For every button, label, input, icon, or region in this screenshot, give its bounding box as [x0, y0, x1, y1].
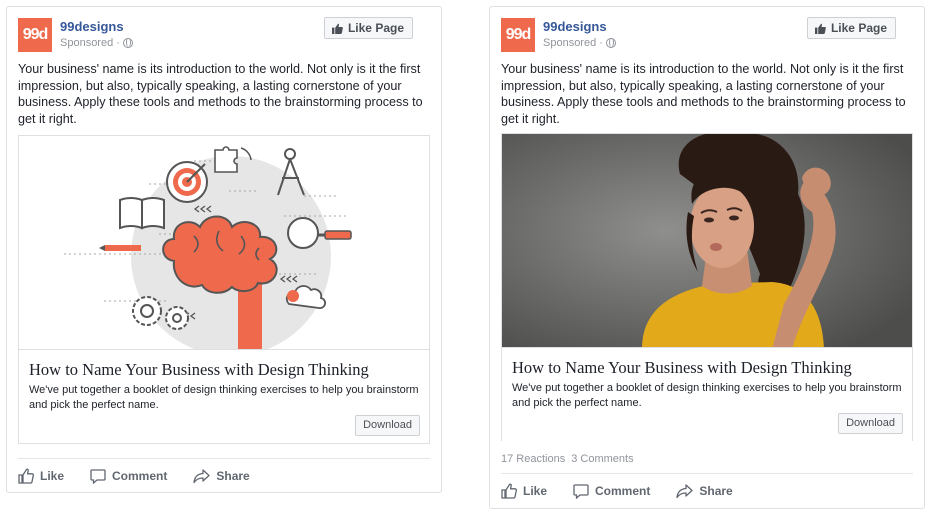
- comment-button[interactable]: Comment: [573, 483, 650, 499]
- like-page-button[interactable]: Like Page: [323, 17, 413, 39]
- like-button[interactable]: Like: [501, 483, 547, 499]
- facebook-ad-post-illustration: 99d 99designs Sponsored · Like Page Your…: [6, 6, 442, 493]
- page-name-link[interactable]: 99designs: [60, 19, 124, 34]
- meta-separator: ·: [599, 37, 603, 49]
- post-header: 99d 99designs Sponsored · Like Page: [501, 17, 913, 58]
- thumbs-up-icon: [501, 483, 517, 499]
- face: [690, 184, 754, 268]
- comment-label: Comment: [112, 468, 168, 483]
- pencil-icon: [99, 245, 141, 251]
- post-header: 99d 99designs Sponsored · Like Page: [18, 17, 430, 58]
- page-avatar-logo[interactable]: 99d: [18, 18, 52, 52]
- book-icon: [119, 197, 165, 230]
- thumbs-up-icon: [331, 23, 343, 34]
- puzzle-icon: [214, 146, 238, 173]
- sponsored-label[interactable]: Sponsored: [543, 37, 596, 49]
- sponsored-label[interactable]: Sponsored: [60, 37, 113, 49]
- like-page-label: Like Page: [347, 21, 404, 35]
- page-name-link[interactable]: 99designs: [543, 19, 607, 34]
- card-description: We've put together a booklet of design t…: [29, 384, 419, 411]
- post-meta: Sponsored ·: [60, 37, 133, 49]
- share-button[interactable]: Share: [676, 483, 733, 499]
- comment-icon: [90, 468, 106, 484]
- link-preview-card[interactable]: How to Name Your Business with Design Th…: [501, 133, 913, 441]
- share-icon: [193, 468, 211, 483]
- globe-icon: [122, 38, 133, 48]
- comment-button[interactable]: Comment: [90, 468, 167, 484]
- facebook-ad-post-photo: 99d 99designs Sponsored · Like Page Your…: [489, 6, 925, 509]
- globe-icon: [605, 38, 616, 48]
- share-label: Share: [216, 468, 250, 483]
- like-label: Like: [40, 468, 65, 483]
- share-label: Share: [699, 483, 733, 498]
- like-page-button[interactable]: Like Page: [806, 17, 896, 39]
- card-title[interactable]: How to Name Your Business with Design Th…: [512, 358, 852, 378]
- download-button[interactable]: Download: [838, 413, 903, 434]
- post-text: Your business' name is its introduction …: [501, 62, 906, 126]
- comment-label: Comment: [595, 483, 651, 498]
- link-preview-card[interactable]: How to Name Your Business with Design Th…: [18, 135, 430, 444]
- reactions-summary: 17 Reactions 3 Comments: [501, 453, 634, 465]
- thumbs-up-icon: [18, 468, 34, 484]
- comment-icon: [573, 483, 589, 499]
- meta-separator: ·: [116, 37, 120, 49]
- like-page-label: Like Page: [830, 21, 887, 35]
- thumbs-up-icon: [814, 23, 826, 34]
- card-description: We've put together a booklet of design t…: [512, 382, 902, 409]
- like-button[interactable]: Like: [18, 468, 64, 484]
- share-button[interactable]: Share: [193, 468, 250, 484]
- share-icon: [676, 483, 694, 498]
- page-avatar-logo[interactable]: 99d: [501, 18, 535, 52]
- thinking-woman-photo[interactable]: [502, 134, 912, 347]
- card-title[interactable]: How to Name Your Business with Design Th…: [29, 360, 369, 380]
- download-button[interactable]: Download: [355, 415, 420, 436]
- card-body: How to Name Your Business with Design Th…: [19, 349, 429, 443]
- post-actions-bar: Like Comment Share: [18, 458, 430, 492]
- brain-illustration[interactable]: [19, 136, 429, 349]
- target-icon: [166, 161, 208, 203]
- card-body: How to Name Your Business with Design Th…: [502, 347, 912, 441]
- post-meta: Sponsored ·: [543, 37, 616, 49]
- post-actions-bar: Like Comment Share: [501, 473, 913, 507]
- post-text: Your business' name is its introduction …: [18, 62, 423, 126]
- reactions-count[interactable]: 17 Reactions: [501, 453, 565, 465]
- comments-count[interactable]: 3 Comments: [571, 453, 633, 465]
- like-label: Like: [523, 483, 548, 498]
